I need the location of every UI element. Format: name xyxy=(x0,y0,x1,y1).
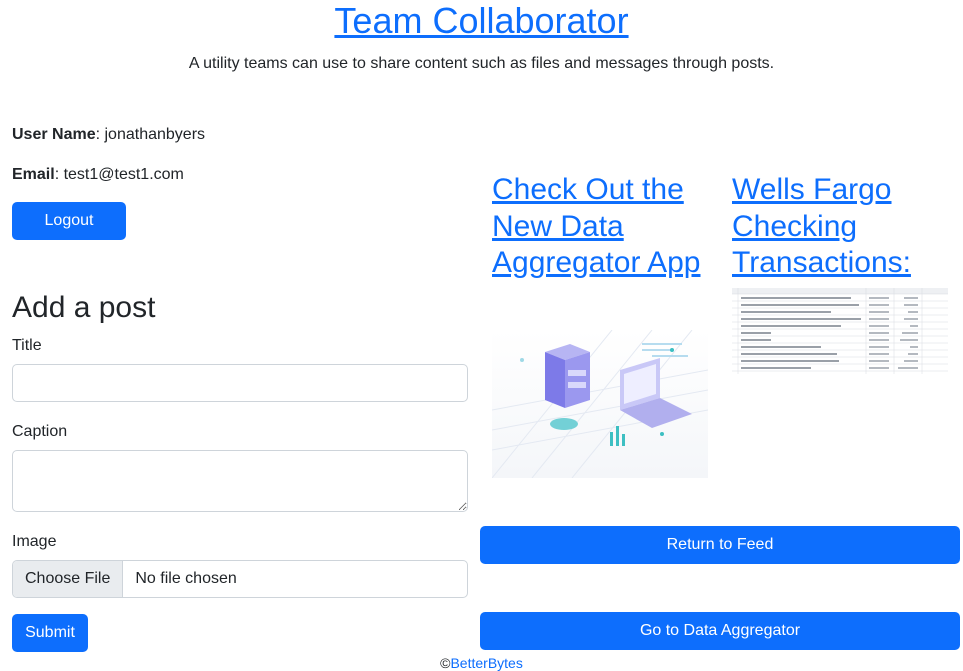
username-line: User Name: jonathanbyers xyxy=(12,125,205,145)
submit-button[interactable]: Submit xyxy=(12,614,88,652)
choose-file-button[interactable]: Choose File xyxy=(13,561,124,597)
email-line: Email: test1@test1.com xyxy=(12,165,184,185)
caption-textarea[interactable] xyxy=(12,450,468,512)
no-file-chosen-text: No file chosen xyxy=(135,570,237,587)
transactions-spreadsheet-image[interactable] xyxy=(732,288,948,374)
post-title-link-1[interactable]: Check Out the New Data Aggregator App xyxy=(492,172,707,282)
email-separator: : xyxy=(54,166,64,183)
site-subtitle: A utility teams can use to share content… xyxy=(188,55,775,72)
footer: ©BetterBytes xyxy=(0,655,963,671)
data-aggregator-image[interactable] xyxy=(491,329,709,479)
add-post-heading: Add a post xyxy=(12,291,156,324)
copyright-symbol: © xyxy=(440,655,451,671)
title-input[interactable] xyxy=(12,364,468,402)
site-title-link[interactable]: Team Collaborator xyxy=(0,0,963,42)
email-value: test1@test1.com xyxy=(63,166,184,183)
post-title-link-2[interactable]: Wells Fargo Checking Transactions: xyxy=(732,172,947,282)
username-separator: : xyxy=(95,126,105,143)
return-to-feed-button[interactable]: Return to Feed xyxy=(480,526,960,564)
email-label: Email xyxy=(12,166,55,183)
title-label: Title xyxy=(12,337,42,354)
username-value: jonathanbyers xyxy=(104,126,206,143)
username-label: User Name xyxy=(12,126,96,143)
data-storage-illustration-icon xyxy=(491,329,709,479)
image-file-input[interactable]: Choose File No file chosen xyxy=(12,560,468,598)
go-to-data-aggregator-button[interactable]: Go to Data Aggregator xyxy=(480,612,960,650)
spreadsheet-thumbnail-icon xyxy=(732,288,948,374)
image-label: Image xyxy=(12,533,57,550)
logout-button[interactable]: Logout xyxy=(12,202,126,240)
betterbytes-link[interactable]: BetterBytes xyxy=(450,655,522,671)
caption-label: Caption xyxy=(12,423,68,440)
